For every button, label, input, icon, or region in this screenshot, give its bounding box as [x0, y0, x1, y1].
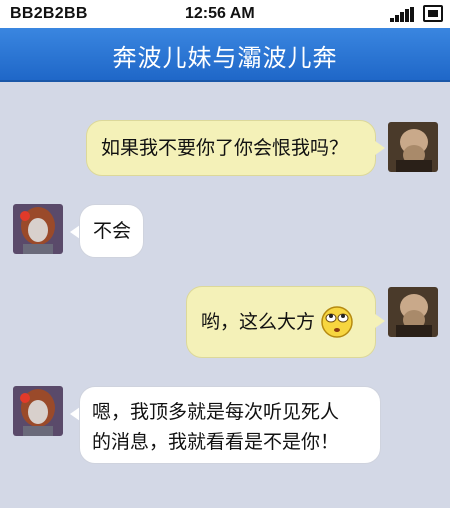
- battery-icon: [423, 5, 443, 22]
- bald-man-avatar[interactable]: [388, 122, 438, 172]
- bald-man-avatar[interactable]: [388, 287, 438, 337]
- message-text: 不会: [93, 220, 132, 242]
- status-time: 12:56 AM: [185, 5, 255, 22]
- message-text-line: 的消息，我就看看是不是你！: [92, 431, 340, 453]
- chat-title: 奔波儿妹与灞波儿奔: [112, 44, 338, 72]
- rolling-eyes-emoji: [320, 305, 354, 339]
- carrier-name: BB2B2BB: [10, 5, 88, 22]
- message-text-line: 嗯，我顶多就是每次听见死人: [92, 401, 340, 423]
- girl-avatar[interactable]: [13, 386, 63, 436]
- message-text: 哟，这么大方: [201, 311, 316, 333]
- girl-avatar[interactable]: [13, 204, 63, 254]
- message-text: 如果我不要你了你会恨我吗？: [101, 137, 349, 159]
- chat-header: 奔波儿妹与灞波儿奔: [0, 28, 450, 82]
- signal-icon: [390, 7, 416, 22]
- status-bar: BB2B2BB 12:56 AM: [0, 0, 450, 28]
- message-bubble-outgoing[interactable]: 如果我不要你了你会恨我吗？: [86, 120, 376, 176]
- message-bubble-incoming[interactable]: 不会: [79, 204, 144, 258]
- message-bubble-incoming[interactable]: 嗯，我顶多就是每次听见死人 的消息，我就看看是不是你！: [79, 386, 381, 464]
